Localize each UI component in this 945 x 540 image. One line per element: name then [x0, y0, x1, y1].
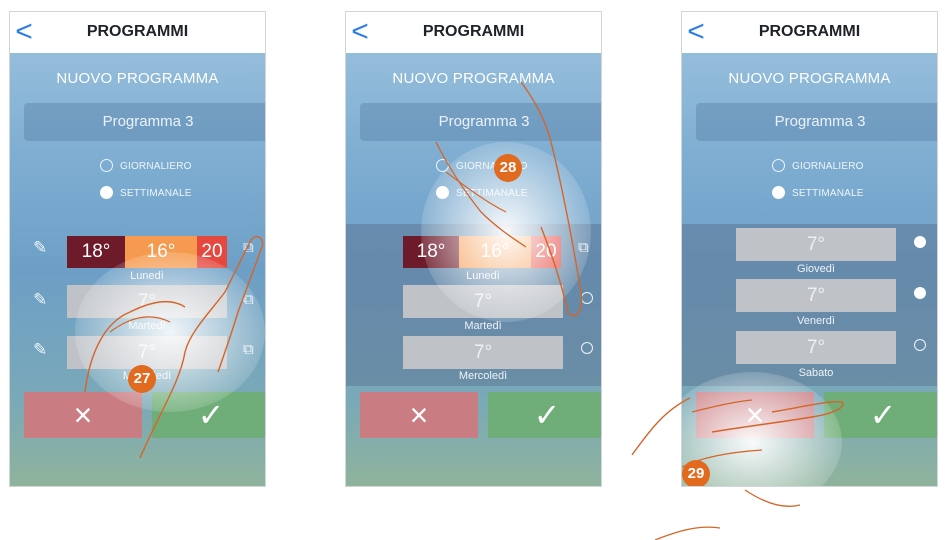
screen-step-29: < PROGRAMMI NUOVO PROGRAMMA Programma 3 …: [682, 12, 937, 486]
step-badge: 29: [682, 460, 710, 486]
finger-hand-illustration: [682, 372, 844, 486]
finger-hand-illustration: [75, 235, 265, 459]
screen-step-27: < PROGRAMMI NUOVO PROGRAMMA Programma 3 …: [10, 12, 265, 486]
step-badge: 28: [494, 154, 522, 182]
step-badge: 27: [128, 365, 156, 393]
screen-step-28: < PROGRAMMI NUOVO PROGRAMMA Programma 3 …: [346, 12, 601, 486]
finger-hand-illustration: [421, 81, 591, 322]
